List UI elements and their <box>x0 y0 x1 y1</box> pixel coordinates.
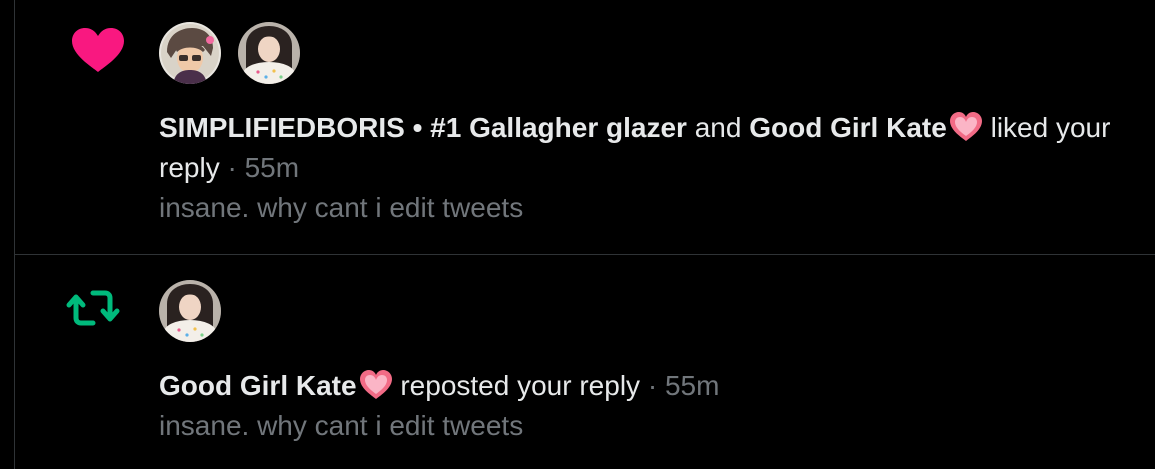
timestamp[interactable]: 55m <box>245 152 299 183</box>
notifications-feed: SIMPLIFIEDBORIS • #1 Gallagher glazer an… <box>14 0 1155 469</box>
heart-icon <box>70 26 126 74</box>
notification-meta: reply · 55m <box>159 148 299 188</box>
notification-like[interactable]: SIMPLIFIEDBORIS • #1 Gallagher glazer an… <box>15 0 1155 255</box>
tweet-text[interactable]: insane. why cant i edit tweets <box>159 188 523 228</box>
avatar-good-girl-kate[interactable] <box>238 22 300 84</box>
user-name-link[interactable]: Good Girl Kate <box>749 112 947 143</box>
notification-summary: Good Girl Kate reposted your reply · 55m <box>159 366 719 406</box>
separator: · <box>640 370 665 401</box>
separator: · <box>219 152 245 183</box>
repost-icon <box>65 284 121 332</box>
action-text: reposted your reply <box>392 370 641 401</box>
timestamp[interactable]: 55m <box>665 370 719 401</box>
avatar-simplifiedboris[interactable] <box>159 22 221 84</box>
user-name-link[interactable]: SIMPLIFIEDBORIS • #1 Gallagher glazer <box>159 112 687 143</box>
user-name-link[interactable]: Good Girl Kate <box>159 370 357 401</box>
tweet-text[interactable]: insane. why cant i edit tweets <box>159 406 523 446</box>
connector-text: and <box>686 112 750 143</box>
avatar-good-girl-kate[interactable] <box>159 280 221 342</box>
action-text-cont: reply <box>159 152 220 183</box>
notification-summary: SIMPLIFIEDBORIS • #1 Gallagher glazer an… <box>159 108 1110 148</box>
heart-emoji-icon <box>359 369 393 401</box>
action-text: liked your <box>982 112 1111 143</box>
heart-emoji-icon <box>949 111 983 143</box>
